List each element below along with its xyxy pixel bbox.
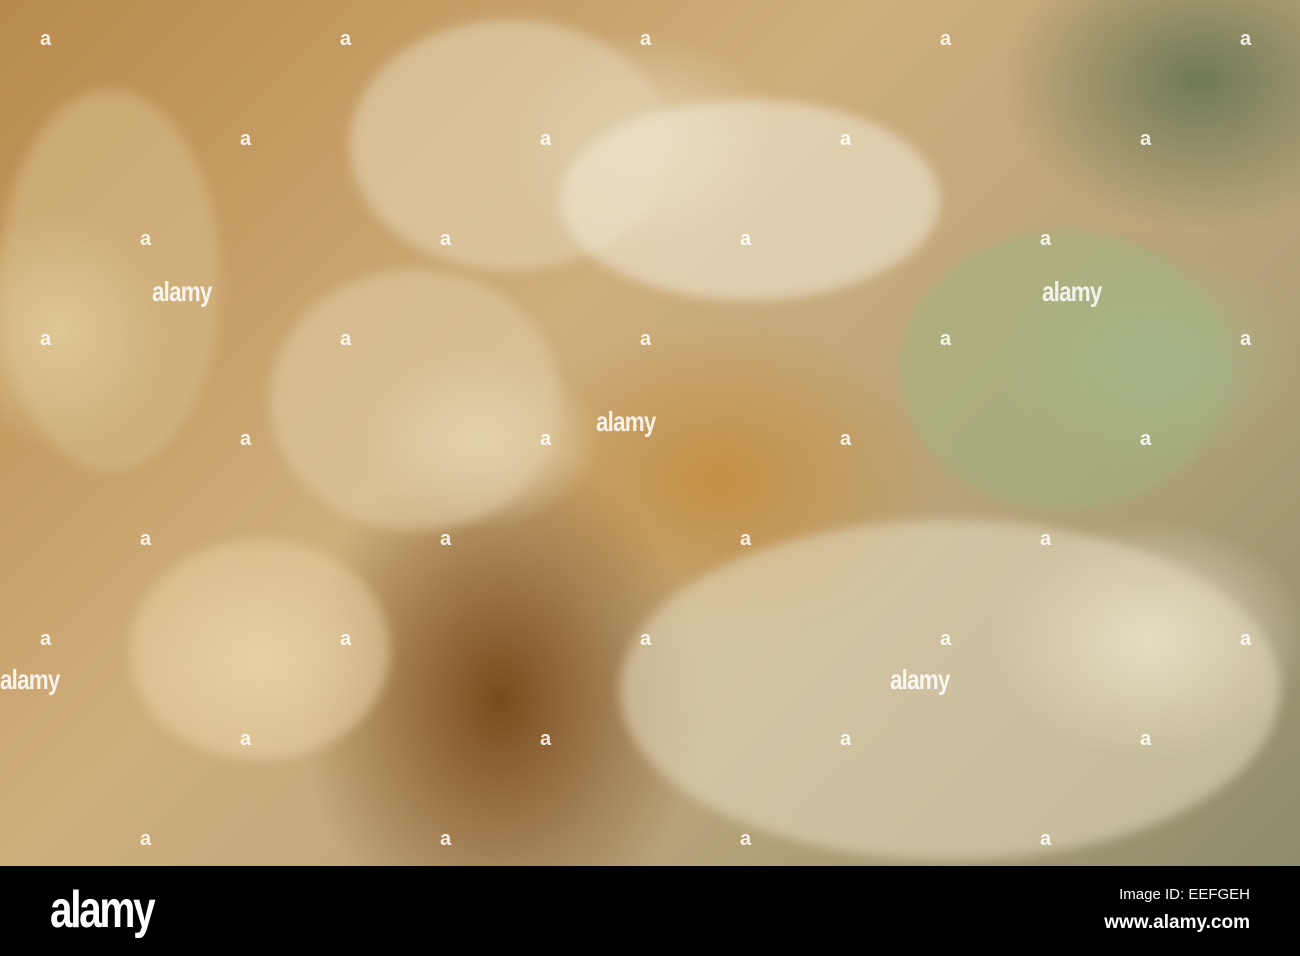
watermark-mark: a — [840, 728, 852, 750]
watermark-mark: a — [940, 628, 952, 650]
footer-bar: alamy Image ID: EEFGEH www.alamy.com — [0, 866, 1300, 956]
watermark-mark: a — [540, 728, 552, 750]
site-url[interactable]: www.alamy.com — [1104, 912, 1250, 934]
watermark-mark: a — [840, 428, 852, 450]
watermark-mark: a — [1240, 28, 1252, 50]
watermark-mark: a — [1040, 828, 1052, 850]
watermark-mark: a — [640, 328, 652, 350]
watermark-mark: a — [740, 828, 752, 850]
watermark-mark: a — [440, 828, 452, 850]
watermark-mark: a — [1140, 128, 1152, 150]
watermark-mark: a — [40, 328, 52, 350]
watermark-mark: a — [540, 428, 552, 450]
watermark-mark: a — [40, 28, 52, 50]
watermark-mark: a — [940, 28, 952, 50]
watermark: alamy — [890, 664, 950, 695]
watermark-mark: a — [340, 328, 352, 350]
watermark: alamy — [596, 406, 656, 437]
watermark-mark: a — [140, 828, 152, 850]
watermark-mark: a — [240, 428, 252, 450]
watermark-mark: a — [140, 528, 152, 550]
watermark: alamy — [1042, 276, 1102, 307]
watermark-mark: a — [1040, 228, 1052, 250]
watermark-mark: a — [340, 628, 352, 650]
watermark-mark: a — [440, 528, 452, 550]
alamy-logo: alamy — [50, 881, 156, 939]
watermark-mark: a — [740, 228, 752, 250]
watermark-mark: a — [140, 228, 152, 250]
watermark-mark: a — [40, 628, 52, 650]
watermark: alamy — [0, 664, 60, 695]
coral-lobe — [620, 520, 1280, 860]
stock-photo-page: alamy alamy alamy alamy alamy aaaaaaaaaa… — [0, 0, 1300, 956]
watermark-mark: a — [540, 128, 552, 150]
watermark-mark: a — [1040, 528, 1052, 550]
watermark-mark: a — [740, 528, 752, 550]
watermark-mark: a — [340, 28, 352, 50]
watermark-mark: a — [1140, 728, 1152, 750]
image-id: Image ID: EEFGEH — [1119, 886, 1250, 903]
watermark-mark: a — [940, 328, 952, 350]
coral-photo: alamy alamy alamy alamy alamy a a a a a a a a a a… — [0, 0, 1300, 866]
watermark-mark: a — [240, 728, 252, 750]
watermark: alamy — [152, 276, 212, 307]
watermark-mark: a — [240, 128, 252, 150]
watermark-mark: a — [1240, 328, 1252, 350]
watermark-mark: a — [840, 128, 852, 150]
watermark-mark: a — [440, 228, 452, 250]
watermark-mark: a — [1140, 428, 1152, 450]
coral-lobe — [900, 230, 1230, 510]
watermark-mark: a — [640, 28, 652, 50]
watermark-mark: a — [1240, 628, 1252, 650]
coral-lobe — [270, 270, 560, 530]
coral-ridge — [560, 100, 940, 300]
watermark-mark: a — [640, 628, 652, 650]
